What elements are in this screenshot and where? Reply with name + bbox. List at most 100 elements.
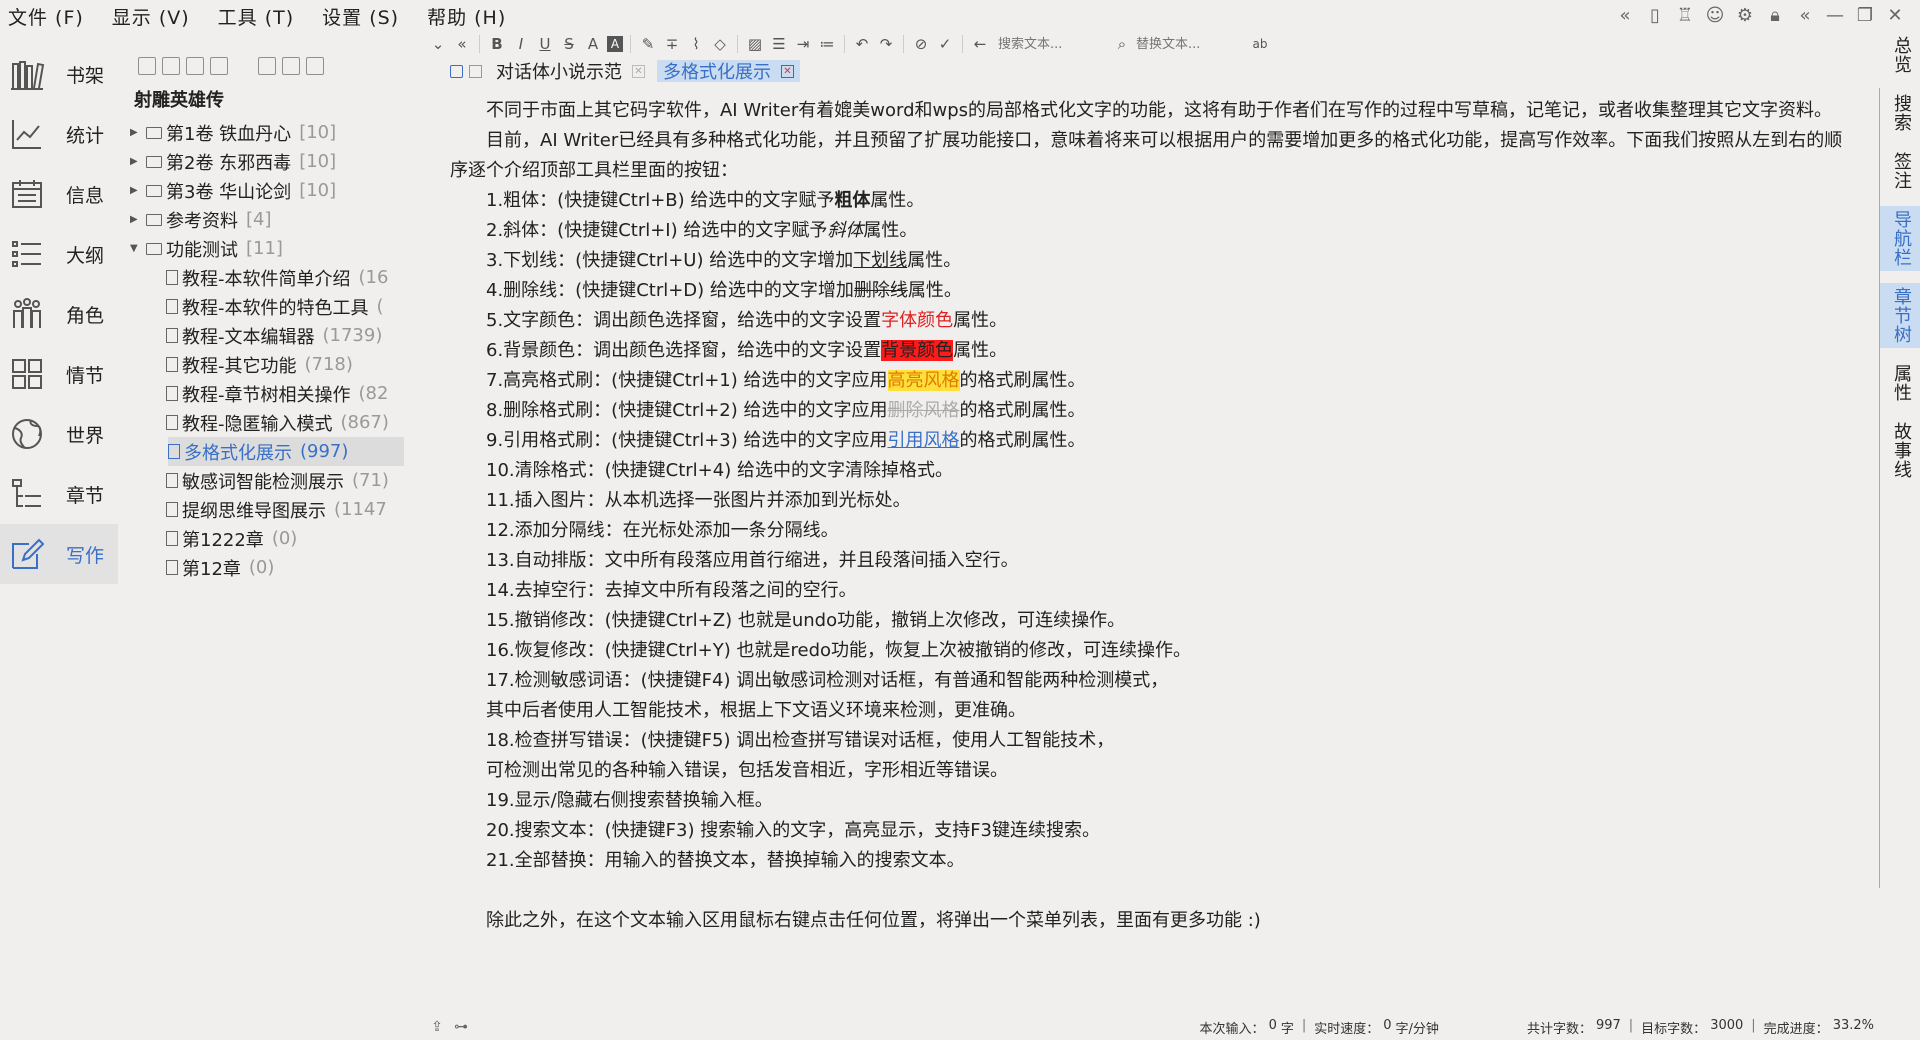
phone-icon[interactable]: ▯ — [1644, 4, 1666, 26]
chevron-right-icon[interactable]: ▶ — [130, 127, 144, 138]
tree-chapter[interactable]: 教程-章节树相关操作 (82 — [130, 379, 418, 408]
search-icon[interactable]: ⌕ — [1112, 34, 1132, 54]
tree-folder[interactable]: ▼ 功能测试 [11] — [130, 234, 418, 263]
tree-chapter[interactable]: 第12章 (0) — [130, 553, 418, 582]
tab-chapter-tree[interactable]: 章节树 — [1880, 283, 1920, 348]
menu-tools[interactable]: 工具 (T) — [218, 3, 294, 30]
checkbox-icon[interactable] — [450, 64, 463, 78]
menu-settings[interactable]: 设置 (S) — [322, 3, 399, 30]
nav-stats[interactable]: 统计 — [0, 104, 120, 164]
close-icon[interactable]: ✕ — [632, 64, 645, 78]
underline-icon[interactable]: U — [535, 34, 555, 54]
undo-icon[interactable]: ↶ — [852, 34, 872, 54]
trash-icon[interactable] — [210, 57, 228, 75]
nav-bookshelf[interactable]: 书架 — [0, 44, 120, 104]
tree-chapter[interactable]: 敏感词智能检测展示 (71) — [130, 466, 418, 495]
spellcheck-icon[interactable]: ✓ — [935, 34, 955, 54]
tab-search[interactable]: 搜索 — [1880, 90, 1920, 136]
tree-chapter[interactable]: 多格式化展示 (997) — [168, 437, 404, 466]
document-icon — [166, 357, 178, 372]
italic-icon[interactable]: I — [511, 34, 531, 54]
indent-icon[interactable]: ⇥ — [793, 34, 813, 54]
tree-node-label: 敏感词智能检测展示 — [182, 471, 344, 493]
tab-storyline[interactable]: 故事线 — [1880, 418, 1920, 483]
toggle-search-icon[interactable]: ← — [970, 34, 990, 54]
list-item: 7.高亮格式刷：(快捷键Ctrl+1) 给选中的文字应用高亮风格的格式刷属性。 — [486, 370, 1086, 391]
strikethrough-icon[interactable]: S — [559, 34, 579, 54]
chevron-right-icon[interactable]: ▶ — [130, 214, 144, 225]
background-color-icon[interactable]: A — [607, 36, 623, 52]
remove-blank-icon[interactable]: ≔ — [817, 34, 837, 54]
divider-icon[interactable]: ☰ — [769, 34, 789, 54]
close-icon[interactable]: ✕ — [781, 64, 794, 78]
tab-overview[interactable]: 总览 — [1880, 32, 1920, 78]
tree-folder[interactable]: ▶ 第3卷 华山论剑 [10] — [130, 176, 418, 205]
collapse-left-icon[interactable]: « — [452, 34, 472, 54]
menu-help[interactable]: 帮助 (H) — [427, 3, 506, 30]
chevron-right-icon[interactable]: ▶ — [130, 156, 144, 167]
tree-chapter[interactable]: 第1222章 (0) — [130, 524, 418, 553]
tab-multi-format[interactable]: 多格式化展示 ✕ — [657, 60, 800, 83]
back-icon[interactable]: « — [1794, 4, 1816, 26]
tree-chapter[interactable]: 教程-隐匿输入模式 (867) — [130, 408, 418, 437]
replace-all-icon[interactable]: ab — [1250, 34, 1270, 54]
user-icon[interactable]: ☺ — [1704, 4, 1726, 26]
highlight-brush-icon[interactable]: ✎ — [638, 34, 658, 54]
split-view-icon[interactable] — [469, 64, 482, 78]
tree-node-label: 多格式化展示 — [184, 442, 292, 464]
tab-navbar[interactable]: 导航栏 — [1880, 206, 1920, 271]
tree-folder[interactable]: ▶ 第1卷 铁血丹心 [10] — [130, 118, 418, 147]
menu-view[interactable]: 显示 (V) — [112, 3, 190, 30]
tree-folder[interactable]: ▶ 第2卷 东邪西毒 [10] — [130, 147, 418, 176]
nav-plot[interactable]: 情节 — [0, 344, 120, 404]
tree-folder[interactable]: ▶ 参考资料 [4] — [130, 205, 418, 234]
nav-info[interactable]: 信息 — [0, 164, 120, 224]
minimize-icon[interactable]: — — [1824, 4, 1846, 26]
eraser-icon[interactable]: ◇ — [710, 34, 730, 54]
replace-input[interactable] — [1136, 34, 1246, 54]
nav-characters[interactable]: 角色 — [0, 284, 120, 344]
tree-chapter[interactable]: 教程-文本编辑器 (1739) — [130, 321, 418, 350]
nav-write[interactable]: 写作 — [0, 524, 118, 584]
sensitive-word-icon[interactable]: ⊘ — [911, 34, 931, 54]
eye-icon[interactable] — [258, 57, 276, 75]
tab-notes[interactable]: 签注 — [1880, 148, 1920, 194]
nav-chapters[interactable]: 章节 — [0, 464, 120, 524]
list-item: 5.文字颜色：调出颜色选择窗，给选中的文字设置字体颜色属性。 — [486, 310, 1008, 331]
slider-icon[interactable]: ⊶ — [452, 1018, 470, 1036]
collapse-icon[interactable]: « — [1614, 4, 1636, 26]
restore-icon[interactable]: ❐ — [1854, 4, 1876, 26]
tree-chapter[interactable]: 教程-其它功能 (718) — [130, 350, 418, 379]
nav-world[interactable]: 世界 — [0, 404, 120, 464]
strike-brush-icon[interactable]: ∓ — [662, 34, 682, 54]
tab-properties[interactable]: 属性 — [1880, 360, 1920, 406]
share-icon[interactable] — [282, 57, 300, 75]
nav-outline[interactable]: 大纲 — [0, 224, 120, 284]
tree-chapter[interactable]: 教程-本软件简单介绍 (16 — [130, 263, 418, 292]
text-editor[interactable]: 不同于市面上其它码字软件，AI Writer有着媲美word和wps的局部格式化… — [450, 96, 1850, 936]
collapse-all-icon[interactable] — [186, 57, 204, 75]
image-icon[interactable]: ▨ — [745, 34, 765, 54]
chevron-down-icon[interactable]: ▼ — [130, 243, 144, 254]
tab-dialogue-novel[interactable]: 对话体小说示范 ✕ — [490, 60, 651, 83]
upload-icon[interactable]: ⇪ — [428, 1018, 446, 1036]
nav-label: 统计 — [66, 124, 105, 147]
tree-chapter[interactable]: 教程-本软件的特色工具 ( — [130, 292, 418, 321]
new-volume-icon[interactable] — [162, 57, 180, 75]
search-input[interactable] — [998, 34, 1108, 54]
expand-down-icon[interactable]: ⌄ — [428, 34, 448, 54]
close-icon[interactable]: ✕ — [1884, 4, 1906, 26]
font-color-icon[interactable]: A — [583, 34, 603, 54]
tree-nodes: ▶ 第1卷 铁血丹心 [10] ▶ 第2卷 东邪西毒 [10] ▶ 第3卷 华山论剑 [10] ▶… — [130, 118, 418, 582]
menu-file[interactable]: 文件 (F) — [8, 3, 84, 30]
new-chapter-icon[interactable] — [138, 57, 156, 75]
tree-chapter[interactable]: 提纲思维导图展示 (1147 — [130, 495, 418, 524]
bold-icon[interactable]: B — [487, 34, 507, 54]
settings-icon[interactable]: ⚙ — [1734, 4, 1756, 26]
shirt-icon[interactable]: ♖ — [1674, 4, 1696, 26]
comment-icon[interactable] — [306, 57, 324, 75]
quote-brush-icon[interactable]: ⌇ — [686, 34, 706, 54]
chevron-right-icon[interactable]: ▶ — [130, 185, 144, 196]
redo-icon[interactable]: ↷ — [876, 34, 896, 54]
lock-icon[interactable]: 🔒︎ — [1764, 4, 1786, 26]
